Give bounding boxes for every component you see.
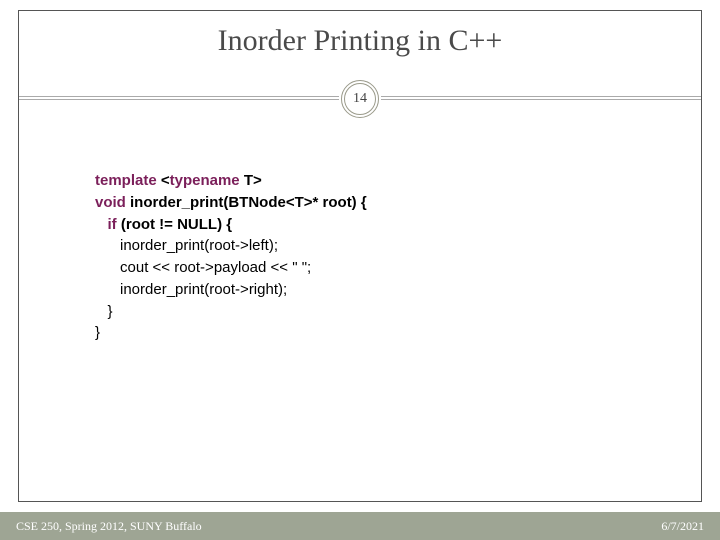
code-text: (root != NULL) { (117, 216, 232, 233)
footer-bar: CSE 250, Spring 2012, SUNY Buffalo 6/7/2… (0, 512, 720, 540)
slide-number-badge: 14 (341, 80, 379, 118)
code-text: inorder_print(BTNode<T>* root) { (126, 194, 367, 211)
footer-right: 6/7/2021 (661, 519, 704, 534)
slide: Inorder Printing in C++ 14 template <typ… (0, 0, 720, 540)
slide-title: Inorder Printing in C++ (0, 24, 720, 58)
rule-right (381, 96, 701, 100)
kw-template: template (95, 172, 157, 189)
code-text: < (157, 172, 170, 189)
code-text: } (95, 324, 100, 341)
footer-left: CSE 250, Spring 2012, SUNY Buffalo (16, 519, 202, 534)
rule-left (19, 96, 339, 100)
code-block: template <typename T> void inorder_print… (95, 170, 367, 344)
code-text: } (95, 303, 113, 320)
kw-void: void (95, 194, 126, 211)
code-text: T> (240, 172, 262, 189)
code-text (95, 216, 108, 233)
code-text: cout << root->payload << " "; (95, 259, 311, 276)
kw-if: if (108, 216, 117, 233)
code-text: inorder_print(root->right); (95, 281, 287, 298)
kw-typename: typename (170, 172, 240, 189)
code-text: inorder_print(root->left); (95, 237, 278, 254)
